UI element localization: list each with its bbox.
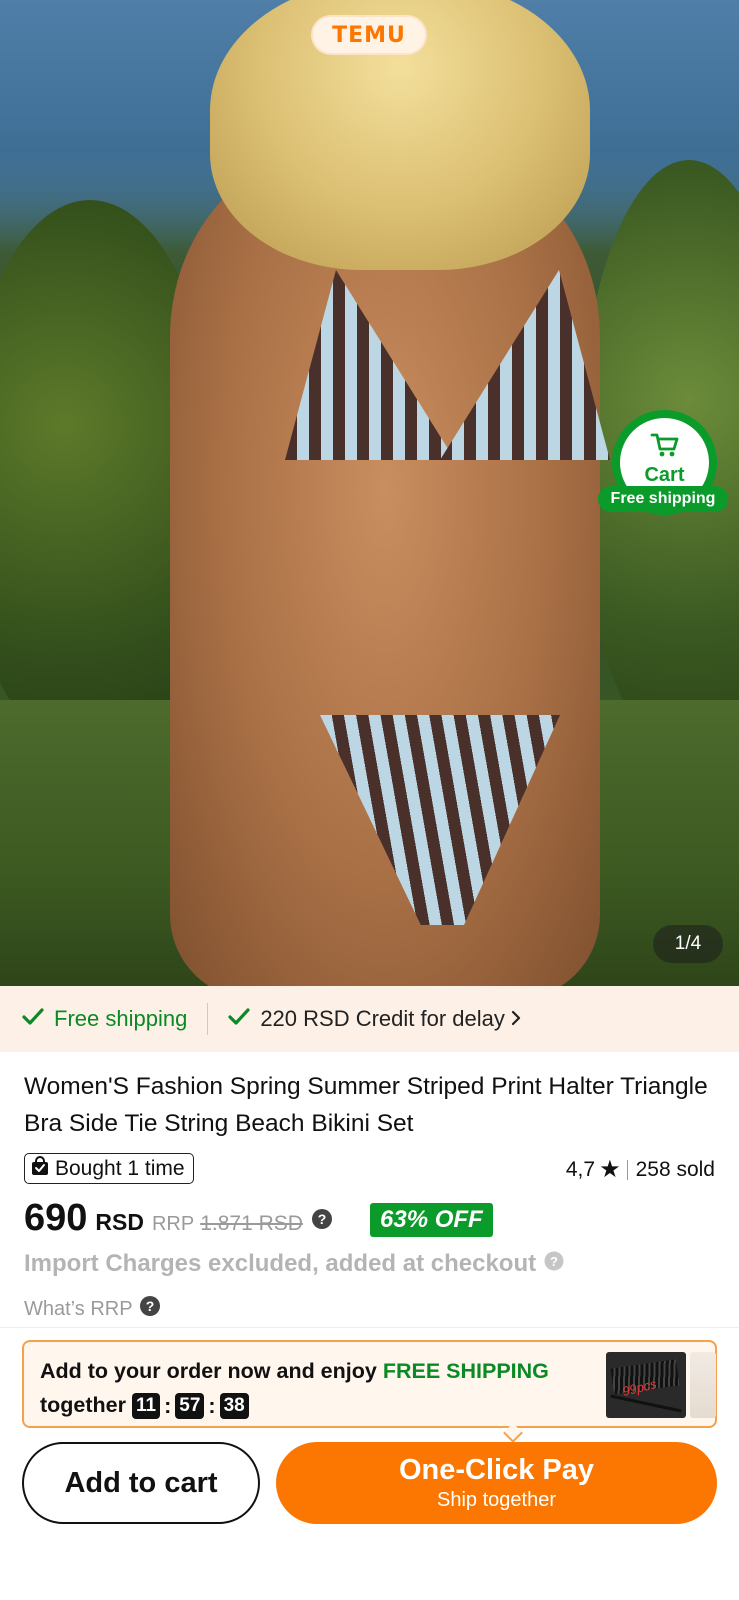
free-shipping-text: Free shipping — [54, 1006, 188, 1031]
delay-credit-item[interactable]: 220 RSD Credit for delay — [228, 1006, 531, 1032]
help-icon: ? — [139, 1295, 161, 1323]
svg-text:?: ? — [318, 1211, 327, 1227]
price-currency: RSD — [95, 1209, 144, 1235]
import-charges-text: Import Charges excluded, added at checko… — [24, 1250, 537, 1277]
product-page: TEMU 1/4 Cart Free shipping Free shippin… — [0, 0, 739, 1600]
svg-text:?: ? — [550, 1254, 558, 1269]
floating-cart-free-shipping-badge: Free shipping — [598, 486, 728, 512]
add-to-cart-button[interactable]: Add to cart — [22, 1442, 260, 1524]
cart-icon — [650, 432, 680, 463]
shopping-bag-icon — [31, 1155, 55, 1182]
delay-credit-text: 220 RSD Credit for delay — [260, 1006, 505, 1031]
divider — [626, 1159, 628, 1180]
ship-together-label: Ship together — [437, 1489, 556, 1511]
bought-badge: Bought 1 time — [24, 1153, 194, 1184]
floating-cart-label: Cart — [644, 464, 685, 486]
free-shipping-item: Free shipping — [22, 1006, 187, 1032]
divider — [207, 1003, 209, 1035]
model-figure — [170, 150, 600, 986]
price-row: 690 RSD RRP 1.871 RSD ? — [24, 1197, 333, 1245]
promo-product-thumbnail[interactable]: 99pcs — [606, 1352, 686, 1418]
help-icon[interactable]: ? — [544, 1250, 564, 1278]
bought-badge-text: Bought 1 time — [55, 1156, 185, 1180]
rrp-label: RRP — [151, 1213, 195, 1235]
promo-product-thumbnail-2[interactable] — [690, 1352, 716, 1418]
one-click-pay-button[interactable]: One-Click Pay Ship together — [276, 1442, 717, 1524]
timer-minutes: 57 — [175, 1393, 205, 1420]
image-counter: 1/4 — [653, 925, 723, 963]
promo-text-before: Add to your order now and enjoy — [40, 1359, 383, 1383]
help-icon[interactable]: ? — [311, 1208, 333, 1235]
countdown-timer: 11 : 57 : 38 — [131, 1389, 249, 1423]
promo-text: Add to your order now and enjoy FREE SHI… — [40, 1354, 610, 1423]
price-amount: 690 — [24, 1197, 88, 1239]
promo-text-after: together — [40, 1393, 126, 1417]
sold-count: 258 sold — [635, 1157, 715, 1181]
rrp-value: 1.871 RSD — [200, 1212, 303, 1235]
check-icon — [22, 1006, 54, 1032]
promo-free-shipping: FREE SHIPPING — [382, 1359, 549, 1383]
divider — [0, 1327, 739, 1328]
check-icon — [228, 1006, 260, 1032]
chevron-right-icon — [511, 1006, 531, 1032]
free-shipping-promo[interactable]: Add to your order now and enjoy FREE SHI… — [22, 1340, 717, 1443]
one-click-pay-label: One-Click Pay — [398, 1454, 595, 1486]
svg-text:?: ? — [145, 1298, 154, 1314]
promo-pointer — [503, 1423, 523, 1443]
timer-seconds: 38 — [219, 1393, 249, 1420]
whats-rrp-link[interactable]: What’s RRP ? — [24, 1295, 161, 1323]
product-title: Women'S Fashion Spring Summer Striped Pr… — [24, 1073, 708, 1137]
shipping-info-bar[interactable]: Free shipping 220 RSD Credit for delay — [0, 986, 739, 1052]
discount-badge: 63% OFF — [370, 1203, 493, 1237]
temu-logo: TEMU — [311, 15, 427, 55]
rating-summary[interactable]: 4,7 ★ 258 sold — [566, 1155, 715, 1184]
import-charges-note[interactable]: Import Charges excluded, added at checko… — [24, 1250, 564, 1278]
star-icon: ★ — [599, 1156, 621, 1183]
rating-value: 4,7 — [565, 1157, 596, 1181]
timer-hours: 11 — [131, 1393, 161, 1420]
whats-rrp-text: What’s RRP — [24, 1297, 133, 1320]
